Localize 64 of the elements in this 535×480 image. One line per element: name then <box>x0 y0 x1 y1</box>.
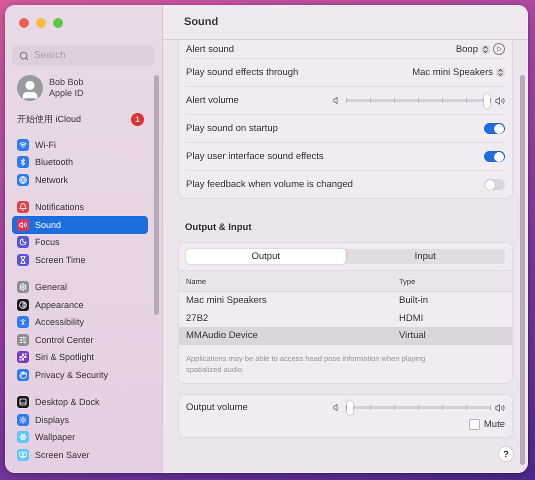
segment-tab[interactable]: Output <box>186 249 346 264</box>
checkbox-label: Mute <box>484 418 505 430</box>
stepper-icon <box>481 44 490 54</box>
volume-high-icon <box>495 96 505 106</box>
mute-checkbox[interactable] <box>468 418 480 430</box>
toggle-switch[interactable] <box>484 179 505 190</box>
avatar-icon[interactable] <box>17 75 43 101</box>
sidebar-item[interactable]: Focus <box>12 234 148 251</box>
play-button[interactable] <box>493 43 505 55</box>
toggle-switch[interactable] <box>484 123 505 134</box>
setting-label: Play sound on startup <box>186 123 278 134</box>
sidebar-item[interactable]: Wallpaper <box>12 428 148 446</box>
setting-label: Alert volume <box>186 95 239 106</box>
table-cell-text: Mac mini Speakers <box>186 295 268 306</box>
setting-label: Output volume <box>186 402 248 413</box>
sidebar-item[interactable]: Bluetooth <box>12 154 148 171</box>
sidebar-item[interactable]: Screen Saver <box>12 446 148 464</box>
popup-button[interactable]: Mac mini Speakers <box>412 67 505 78</box>
zoom-button[interactable] <box>53 18 63 28</box>
table-cell-text: Virtual <box>399 330 427 342</box>
setting-label: Play feedback when volume is changed <box>186 179 353 190</box>
sidebar-item[interactable]: Siri & Spotlight <box>12 348 148 366</box>
sidebar-item[interactable]: Displays <box>12 411 148 428</box>
account-name[interactable]: Bob Bob <box>49 77 84 88</box>
sidebar-item[interactable]: Control Center <box>12 331 148 348</box>
play-icon <box>496 46 502 52</box>
sidebar-item[interactable]: Sound <box>12 216 148 234</box>
device-row[interactable]: 27B2 HDMI <box>179 310 512 327</box>
sidebar-item[interactable]: Wi-Fi <box>12 136 148 154</box>
notification-badge: 1 <box>131 113 144 126</box>
segment-tab[interactable]: Input <box>346 249 505 264</box>
slider-thumb[interactable] <box>484 94 490 108</box>
setting-label: Play sound effects through <box>186 67 298 78</box>
sidebar-item[interactable]: Appearance <box>12 296 148 314</box>
close-button[interactable] <box>19 18 29 28</box>
account-subtitle: Apple ID <box>49 88 84 99</box>
popup-button[interactable]: Boop <box>456 43 505 55</box>
sidebar-item[interactable]: Accessibility <box>12 314 148 331</box>
stepper-icon <box>496 68 505 77</box>
sidebar-item[interactable]: Privacy & Security <box>12 366 148 384</box>
scrollbar[interactable] <box>154 75 159 315</box>
table-cell-text: HDMI <box>399 312 424 324</box>
device-row[interactable]: MMAudio Device Virtual <box>179 327 512 344</box>
window-title: Sound <box>163 5 528 40</box>
sidebar-item[interactable]: Network <box>12 171 148 188</box>
sidebar-item[interactable]: Screen Time <box>12 251 148 268</box>
icloud-link[interactable]: 开始使用 iCloud <box>17 113 82 126</box>
scrollbar[interactable] <box>520 75 525 465</box>
volume-high-icon <box>495 402 505 412</box>
table-cell-text: 27B2 <box>186 312 210 324</box>
sidebar-item[interactable]: Desktop & Dock <box>12 394 148 411</box>
table-cell-text: MMAudio Device <box>186 330 259 342</box>
sidebar-item[interactable]: General <box>12 278 148 296</box>
sidebar-item[interactable]: Notifications <box>12 198 148 216</box>
toggle-switch[interactable] <box>484 151 505 162</box>
table-cell-text: Built-in <box>399 295 430 306</box>
help-button[interactable]: ? <box>499 447 513 461</box>
setting-label: Play user interface sound effects <box>186 151 324 162</box>
setting-label: Alert sound <box>186 44 234 54</box>
minimize-button[interactable] <box>36 18 46 28</box>
slider-thumb[interactable] <box>347 400 354 414</box>
section-title: Output & Input <box>184 221 252 235</box>
device-row[interactable]: Mac mini Speakers Built-in <box>179 292 512 310</box>
search-icon <box>19 50 29 60</box>
